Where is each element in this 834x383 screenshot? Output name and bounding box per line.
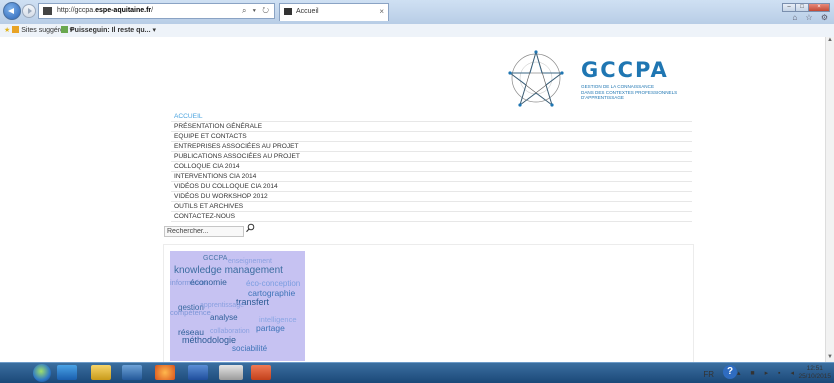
taskbar-explorer-icon[interactable] xyxy=(91,365,111,380)
tag-cloud-word[interactable]: enseignement xyxy=(228,258,272,265)
menu-item[interactable]: PUBLICATIONS ASSOCIÉES AU PROJET xyxy=(171,152,692,162)
url-prefix: http://gccpa. xyxy=(57,7,96,14)
menu-item[interactable]: PRÉSENTATION GÉNÉRALE xyxy=(171,122,692,132)
tag-cloud: GCCPA enseignement knowledge management inf… xyxy=(170,251,305,361)
logo-title: GCCPA xyxy=(581,58,669,82)
logo-star-emblem-icon xyxy=(508,50,564,107)
favorite-current-label: Puisseguin: Il reste qu... xyxy=(70,27,151,34)
favorite-current-arrow: ▾ xyxy=(152,27,156,34)
menu-item[interactable]: EQUIPE ET CONTACTS xyxy=(171,132,692,142)
tag-cloud-word[interactable]: sociabilité xyxy=(232,344,267,353)
menu-item[interactable]: OUTILS ET ARCHIVES xyxy=(171,202,692,212)
tab-favicon xyxy=(284,8,292,15)
site-favicon xyxy=(43,7,52,15)
tag-cloud-word[interactable]: économie xyxy=(190,277,227,287)
browser-titlebar: http://gccpa.espe-aquitaine.fr/ ⌕ ▾ ↻ Ac… xyxy=(0,0,834,25)
tab-close-icon[interactable]: × xyxy=(379,4,384,20)
tag-cloud-word[interactable]: GCCPA xyxy=(203,255,227,262)
site-logo[interactable]: GCCPA GESTION DE LA CONNAISSANCE DANS DE… xyxy=(496,49,696,107)
tray-icons[interactable]: ▴ ■ ▸ ▪ ◂ xyxy=(737,369,798,377)
taskbar-firefox-icon[interactable] xyxy=(155,365,175,380)
suggested-sites-icon xyxy=(12,26,20,33)
web-slice-icon xyxy=(61,26,68,33)
window-controls: – □ × xyxy=(782,1,830,12)
language-indicator[interactable]: FR xyxy=(703,370,714,379)
tab-accueil[interactable]: Accueil × xyxy=(279,3,389,21)
home-favorites-tools-icons[interactable]: ⌂ ☆ ⚙ xyxy=(792,13,831,22)
menu-item[interactable]: ACCUEIL xyxy=(171,112,692,122)
logo-subtitle: GESTION DE LA CONNAISSANCE DANS DES CONT… xyxy=(581,84,678,101)
forward-button[interactable] xyxy=(22,4,36,18)
taskbar-ie-icon[interactable] xyxy=(57,365,77,380)
maximize-button[interactable]: □ xyxy=(795,3,809,12)
taskbar-word-icon[interactable] xyxy=(188,365,208,380)
taskbar-media-player-icon[interactable] xyxy=(122,365,142,380)
menu-item[interactable]: COLLOQUE CIA 2014 xyxy=(171,162,692,172)
page-viewport: GCCPA GESTION DE LA CONNAISSANCE DANS DE… xyxy=(0,37,834,362)
menu-item[interactable]: CONTACTEZ-NOUS xyxy=(171,212,692,222)
scroll-down-icon[interactable]: ▼ xyxy=(826,354,834,362)
back-button[interactable] xyxy=(3,2,21,20)
minimize-button[interactable]: – xyxy=(782,3,796,12)
address-bar[interactable]: http://gccpa.espe-aquitaine.fr/ ⌕ ▾ ↻ xyxy=(38,3,275,19)
clock-date: 25/10/2015 xyxy=(798,373,831,380)
menu-item[interactable]: VIDÉOS DU COLLOQUE CIA 2014 xyxy=(171,182,692,192)
taskbar-paint-icon[interactable] xyxy=(219,365,243,380)
taskbar: FR ? ▴ ■ ▸ ▪ ◂ 12:51 25/10/2015 xyxy=(0,362,834,383)
menu-item[interactable]: VIDÉOS DU WORKSHOP 2012 xyxy=(171,192,692,202)
taskbar-clock[interactable]: 12:51 25/10/2015 xyxy=(798,365,831,381)
tag-cloud-word[interactable]: analyse xyxy=(210,313,238,322)
tag-cloud-word[interactable]: collaboration xyxy=(210,328,250,335)
search-input[interactable] xyxy=(164,226,244,237)
page-scrollbar[interactable]: ▲ ▼ xyxy=(825,37,834,362)
search-icon[interactable] xyxy=(245,223,255,233)
favorite-current-link[interactable]: Puisseguin: Il reste qu... ▾ xyxy=(61,24,156,37)
tag-cloud-word[interactable]: partage xyxy=(256,323,285,333)
menu-item[interactable]: ENTREPRISES ASSOCIÉES AU PROJET xyxy=(171,142,692,152)
favorites-bar: ★ Sites suggérés ▾ Puisseguin: Il reste … xyxy=(0,24,834,38)
close-window-button[interactable]: × xyxy=(808,3,830,12)
scroll-up-icon[interactable]: ▲ xyxy=(826,37,834,45)
main-menu: ACCUEIL PRÉSENTATION GÉNÉRALE EQUIPE ET CO… xyxy=(171,112,692,222)
tab-title: Accueil xyxy=(296,8,319,15)
tag-cloud-word[interactable]: compétence xyxy=(170,308,211,317)
tag-cloud-word[interactable]: méthodologie xyxy=(182,335,236,345)
help-icon[interactable]: ? xyxy=(723,365,737,379)
url-suffix: / xyxy=(151,7,154,14)
start-button[interactable] xyxy=(33,364,51,382)
taskbar-powerpoint-icon[interactable] xyxy=(251,365,271,380)
menu-item[interactable]: INTERVENTIONS CIA 2014 xyxy=(171,172,692,182)
tag-cloud-word[interactable]: knowledge management xyxy=(174,265,283,276)
favorites-star-icon: ★ xyxy=(4,27,11,34)
url-host: espe-aquitaine.fr xyxy=(95,7,152,14)
clock-time: 12:51 xyxy=(806,365,823,372)
address-tools-icons[interactable]: ⌕ ▾ ↻ xyxy=(242,4,271,18)
tag-cloud-word[interactable]: éco-conception xyxy=(246,279,300,288)
